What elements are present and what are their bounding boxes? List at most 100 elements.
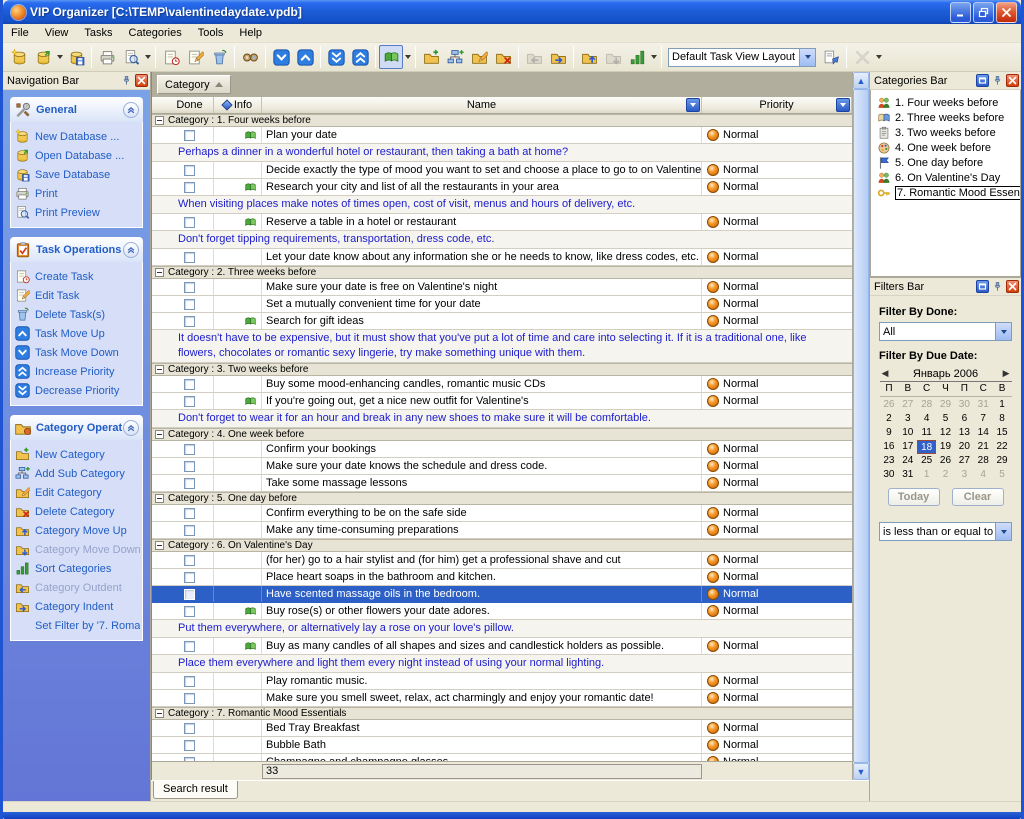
category-group-row[interactable]: Category : 6. On Valentine's Day (152, 539, 852, 552)
nav-item[interactable]: Save Database (15, 165, 140, 184)
done-checkbox[interactable] (184, 130, 195, 141)
nav-item[interactable]: Task Move Down (15, 343, 140, 362)
minimize-button[interactable] (950, 2, 971, 23)
calendar-day[interactable]: 4 (917, 412, 936, 426)
calendar-day[interactable]: 4 (974, 468, 993, 482)
calendar-day[interactable]: 28 (974, 454, 993, 468)
due-date-compare-select[interactable]: is less than or equal to (879, 522, 1012, 541)
task-row[interactable]: Make sure your date knows the schedule a… (152, 458, 852, 475)
category-group-row[interactable]: Category : 4. One week before (152, 428, 852, 441)
collapse-group-button[interactable] (123, 242, 139, 258)
restore-button[interactable] (973, 2, 994, 23)
calendar-day[interactable]: 29 (936, 398, 955, 412)
done-checkbox[interactable] (184, 396, 195, 407)
menu-file[interactable]: File (3, 25, 37, 41)
filter-by-done-select[interactable]: All (879, 322, 1012, 341)
calendar-day[interactable]: 29 (993, 454, 1012, 468)
done-checkbox[interactable] (184, 299, 195, 310)
calendar-day[interactable]: 22 (993, 440, 1012, 454)
done-checkbox[interactable] (184, 252, 195, 263)
column-header-done[interactable]: Done (166, 97, 214, 113)
calendar-day[interactable]: 27 (955, 454, 974, 468)
calendar-day[interactable]: 20 (955, 440, 974, 454)
menu-view[interactable]: View (37, 25, 77, 41)
sort-categories-button[interactable] (625, 45, 649, 69)
menu-tasks[interactable]: Tasks (76, 25, 120, 41)
restore-icon[interactable] (976, 280, 989, 293)
done-checkbox[interactable] (184, 316, 195, 327)
category-group-row[interactable]: Category : 5. One day before (152, 492, 852, 505)
decrease-priority-button[interactable] (324, 45, 348, 69)
done-checkbox[interactable] (184, 555, 195, 566)
done-checkbox[interactable] (184, 589, 195, 600)
column-header-info[interactable]: Info (214, 97, 262, 113)
calendar-day[interactable]: 27 (898, 398, 917, 412)
close-icon[interactable] (1006, 74, 1019, 87)
category-group-row[interactable]: Category : 7. Romantic Mood Essentials (152, 707, 852, 720)
calendar-day[interactable]: 23 (880, 454, 899, 468)
nav-item[interactable]: Print Preview (15, 203, 140, 222)
task-row[interactable]: Bed Tray BreakfastNormal (152, 720, 852, 737)
scrollbar-thumb[interactable] (853, 89, 869, 763)
nav-item[interactable]: Category Move Down (15, 540, 140, 559)
calendar-day[interactable]: 25 (917, 454, 936, 468)
calendar-day[interactable]: 1 (993, 398, 1012, 412)
task-row[interactable]: Take some massage lessonsNormal (152, 475, 852, 492)
collapse-icon[interactable] (155, 541, 164, 550)
collapse-group-button[interactable] (123, 102, 139, 118)
tree-item[interactable]: 7. Romantic Mood Essentials (877, 185, 1018, 200)
collapse-icon[interactable] (155, 365, 164, 374)
category-outdent-button[interactable] (522, 45, 546, 69)
calendar-day[interactable]: 2 (936, 468, 955, 482)
task-row[interactable]: (for her) go to a hair stylist and (for … (152, 552, 852, 569)
close-icon[interactable] (135, 74, 148, 87)
tree-item[interactable]: 6. On Valentine's Day (877, 170, 1018, 185)
tree-item[interactable]: 5. One day before (877, 155, 1018, 170)
task-row[interactable]: Plan your dateNormal (152, 127, 852, 144)
nav-group-header-1[interactable]: Task Operations (10, 237, 143, 262)
pin-icon[interactable] (991, 74, 1004, 87)
done-checkbox[interactable] (184, 606, 195, 617)
chevron-down-icon[interactable] (995, 323, 1011, 340)
priority-filter-dropdown-icon[interactable] (836, 98, 850, 112)
task-row[interactable]: Play romantic music.Normal (152, 673, 852, 690)
calendar-day[interactable]: 28 (917, 398, 936, 412)
task-row[interactable]: Let your date know about any information… (152, 249, 852, 266)
nav-item[interactable]: Delete Category (15, 502, 140, 521)
calendar-day[interactable]: 13 (955, 426, 974, 440)
chevron-right-icon[interactable]: ▶ (998, 368, 1010, 379)
calendar-day[interactable]: 8 (993, 412, 1012, 426)
increase-priority-button[interactable] (348, 45, 372, 69)
new-category-button[interactable] (419, 45, 443, 69)
done-checkbox[interactable] (184, 572, 195, 583)
nav-item[interactable]: Edit Task (15, 286, 140, 305)
menu-help[interactable]: Help (231, 25, 270, 41)
nav-item[interactable]: Create Task (15, 267, 140, 286)
done-checkbox[interactable] (184, 723, 195, 734)
calendar-day[interactable]: 30 (880, 468, 899, 482)
delete-layout-button[interactable] (850, 45, 874, 69)
show-notes-button-dropdown[interactable] (403, 45, 412, 69)
calendar-day[interactable]: 5 (936, 412, 955, 426)
calendar-day[interactable]: 21 (974, 440, 993, 454)
open-database-button[interactable] (31, 45, 55, 69)
menu-categories[interactable]: Categories (121, 25, 190, 41)
menu-tools[interactable]: Tools (190, 25, 232, 41)
calendar-day[interactable]: 10 (898, 426, 917, 440)
nav-item[interactable]: Print (15, 184, 140, 203)
done-checkbox[interactable] (184, 508, 195, 519)
tree-item[interactable]: 3. Two weeks before (877, 125, 1018, 140)
calendar-day[interactable]: 12 (936, 426, 955, 440)
done-checkbox[interactable] (184, 217, 195, 228)
open-database-button-dropdown[interactable] (55, 45, 64, 69)
calendar-day[interactable]: 31 (974, 398, 993, 412)
pin-icon[interactable] (120, 74, 133, 87)
calendar-day[interactable]: 16 (880, 440, 899, 454)
task-row[interactable]: Confirm everything to be on the safe sid… (152, 505, 852, 522)
calendar-day[interactable]: 15 (993, 426, 1012, 440)
collapse-group-button[interactable] (123, 420, 139, 436)
delete-category-button[interactable] (491, 45, 515, 69)
done-checkbox[interactable] (184, 641, 195, 652)
task-row[interactable]: Champagne and champagne glassesNormal (152, 754, 852, 761)
done-checkbox[interactable] (184, 461, 195, 472)
